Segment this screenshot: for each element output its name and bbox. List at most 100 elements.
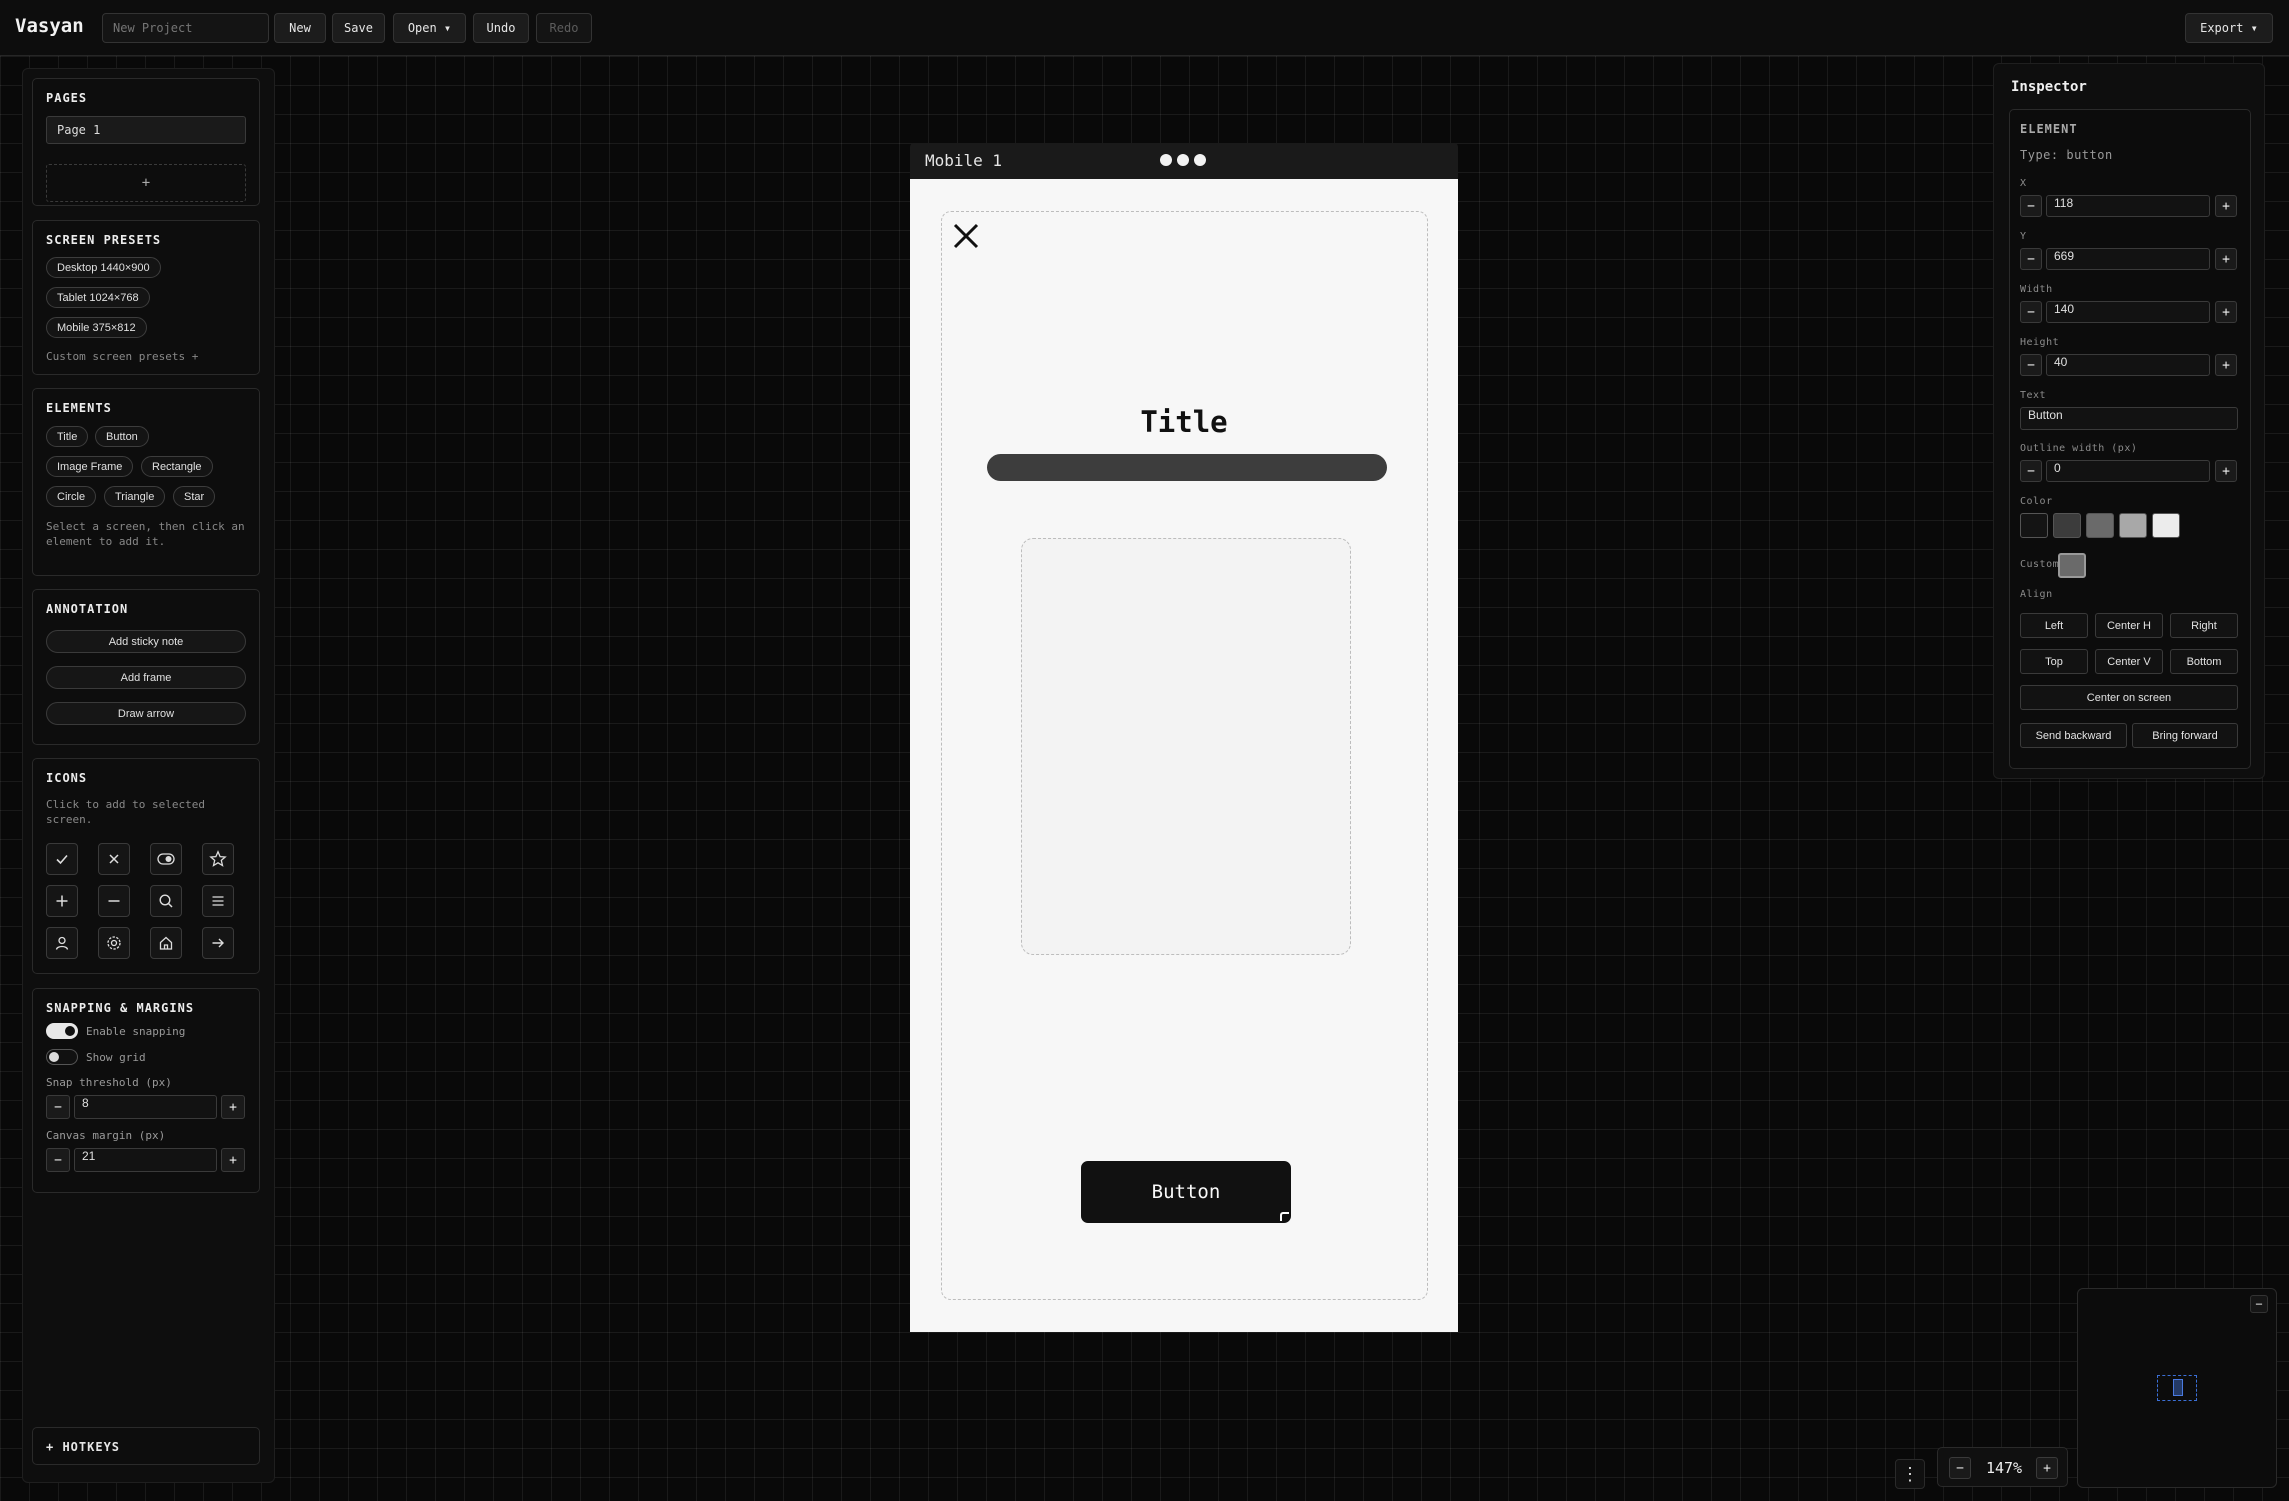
color-swatch-dark-gray[interactable] (2053, 513, 2081, 538)
page-item[interactable]: Page 1 (46, 116, 246, 144)
y-label: Y (2020, 231, 2027, 242)
new-button[interactable]: New (274, 13, 326, 43)
canvas-margin-decrement[interactable]: − (46, 1148, 70, 1172)
snapping-title: SNAPPING & MARGINS (46, 1001, 195, 1015)
element-button-chip[interactable]: Button (95, 426, 149, 447)
toggle-icon[interactable] (150, 843, 182, 875)
snap-threshold-increment[interactable]: + (221, 1095, 245, 1119)
outline-width-input[interactable]: 0 (2046, 460, 2210, 482)
screen-title-element[interactable]: Title (910, 405, 1458, 439)
preset-tablet-chip[interactable]: Tablet 1024×768 (46, 287, 150, 308)
annotation-title: ANNOTATION (46, 602, 129, 616)
zoom-level: 147% (1985, 1459, 2023, 1477)
text-label: Text (2020, 390, 2047, 401)
element-title-chip[interactable]: Title (46, 426, 89, 447)
element-image-frame-chip[interactable]: Image Frame (46, 456, 134, 477)
snap-threshold-decrement[interactable]: − (46, 1095, 70, 1119)
x-input[interactable]: 118 (2046, 195, 2210, 217)
redo-button[interactable]: Redo (536, 13, 592, 43)
x-decrement[interactable]: − (2020, 195, 2042, 217)
height-increment[interactable]: + (2215, 354, 2237, 376)
mobile-screen[interactable]: Title Button (910, 179, 1458, 1332)
close-icon[interactable] (952, 222, 980, 250)
project-name-input[interactable] (102, 13, 269, 43)
y-increment[interactable]: + (2215, 248, 2237, 270)
width-decrement[interactable]: − (2020, 301, 2042, 323)
top-toolbar: Vasyan New Save Open ▾ Undo Redo Export … (0, 0, 2289, 56)
export-button[interactable]: Export ▾ (2185, 13, 2273, 43)
check-icon[interactable] (46, 843, 78, 875)
color-swatch-black[interactable] (2020, 513, 2048, 538)
user-icon[interactable] (46, 927, 78, 959)
add-sticky-note-button[interactable]: Add sticky note (46, 630, 246, 653)
resize-handle[interactable] (1280, 1212, 1289, 1221)
send-backward-button[interactable]: Send backward (2020, 723, 2127, 748)
home-icon[interactable] (150, 927, 182, 959)
text-input[interactable]: Button (2020, 407, 2238, 430)
elements-title: ELEMENTS (46, 401, 112, 415)
height-decrement[interactable]: − (2020, 354, 2042, 376)
preset-desktop-chip[interactable]: Desktop 1440×900 (46, 257, 161, 278)
element-circle-chip[interactable]: Circle (46, 486, 97, 507)
snap-threshold-input[interactable]: 8 (74, 1095, 217, 1119)
minimap[interactable]: − (2077, 1288, 2277, 1488)
width-increment[interactable]: + (2215, 301, 2237, 323)
x-increment[interactable]: + (2215, 195, 2237, 217)
y-input[interactable]: 669 (2046, 248, 2210, 270)
zoom-in-button[interactable]: + (2036, 1457, 2058, 1479)
snap-threshold-label: Snap threshold (px) (46, 1076, 172, 1089)
plus-icon[interactable] (46, 885, 78, 917)
close-icon[interactable] (98, 843, 130, 875)
center-on-screen-button[interactable]: Center on screen (2020, 685, 2238, 710)
align-center-h-button[interactable]: Center H (2095, 613, 2163, 638)
zoom-out-button[interactable]: − (1949, 1457, 1971, 1479)
add-page-button[interactable]: + (46, 164, 246, 202)
element-triangle-chip[interactable]: Triangle (104, 486, 166, 507)
arrow-right-icon[interactable] (202, 927, 234, 959)
hotkeys-label: + HOTKEYS (46, 1440, 121, 1454)
element-rectangle-chip[interactable]: Rectangle (141, 456, 213, 477)
open-button[interactable]: Open ▾ (393, 13, 466, 43)
enable-snapping-toggle[interactable] (46, 1023, 78, 1039)
align-right-button[interactable]: Right (2170, 613, 2238, 638)
canvas-margin-increment[interactable]: + (221, 1148, 245, 1172)
screen-button-element[interactable]: Button (1081, 1161, 1291, 1223)
add-frame-button[interactable]: Add frame (46, 666, 246, 689)
save-button[interactable]: Save (332, 13, 385, 43)
screen-bar-element[interactable] (987, 454, 1387, 481)
outline-decrement[interactable]: − (2020, 460, 2042, 482)
preset-mobile-chip[interactable]: Mobile 375×812 (46, 317, 147, 338)
star-icon[interactable] (202, 843, 234, 875)
screen-menu-icon[interactable] (1160, 154, 1206, 166)
minimap-collapse-button[interactable]: − (2250, 1295, 2268, 1313)
custom-color-picker[interactable] (2058, 553, 2086, 578)
screen-button-label: Button (1151, 1181, 1221, 1203)
menu-icon[interactable] (202, 885, 234, 917)
search-icon[interactable] (150, 885, 182, 917)
hotkeys-toggle[interactable]: + HOTKEYS (32, 1427, 260, 1465)
color-swatch-gray[interactable] (2086, 513, 2114, 538)
outline-increment[interactable]: + (2215, 460, 2237, 482)
width-input[interactable]: 140 (2046, 301, 2210, 323)
screen-header[interactable]: Mobile 1 (910, 143, 1458, 179)
element-star-chip[interactable]: Star (173, 486, 216, 507)
color-swatch-light-gray[interactable] (2119, 513, 2147, 538)
bring-forward-button[interactable]: Bring forward (2132, 723, 2238, 748)
color-swatch-white[interactable] (2152, 513, 2180, 538)
custom-presets-link[interactable]: Custom screen presets + (46, 349, 198, 364)
canvas-margin-label: Canvas margin (px) (46, 1129, 166, 1142)
more-options-button[interactable]: ⋮ (1895, 1459, 1925, 1489)
show-grid-toggle[interactable] (46, 1049, 78, 1065)
gear-icon[interactable] (98, 927, 130, 959)
align-bottom-button[interactable]: Bottom (2170, 649, 2238, 674)
align-left-button[interactable]: Left (2020, 613, 2088, 638)
canvas-margin-input[interactable]: 21 (74, 1148, 217, 1172)
draw-arrow-button[interactable]: Draw arrow (46, 702, 246, 725)
undo-button[interactable]: Undo (473, 13, 529, 43)
screen-image-frame[interactable] (1021, 538, 1351, 955)
y-decrement[interactable]: − (2020, 248, 2042, 270)
height-input[interactable]: 40 (2046, 354, 2210, 376)
align-center-v-button[interactable]: Center V (2095, 649, 2163, 674)
align-top-button[interactable]: Top (2020, 649, 2088, 674)
minus-icon[interactable] (98, 885, 130, 917)
